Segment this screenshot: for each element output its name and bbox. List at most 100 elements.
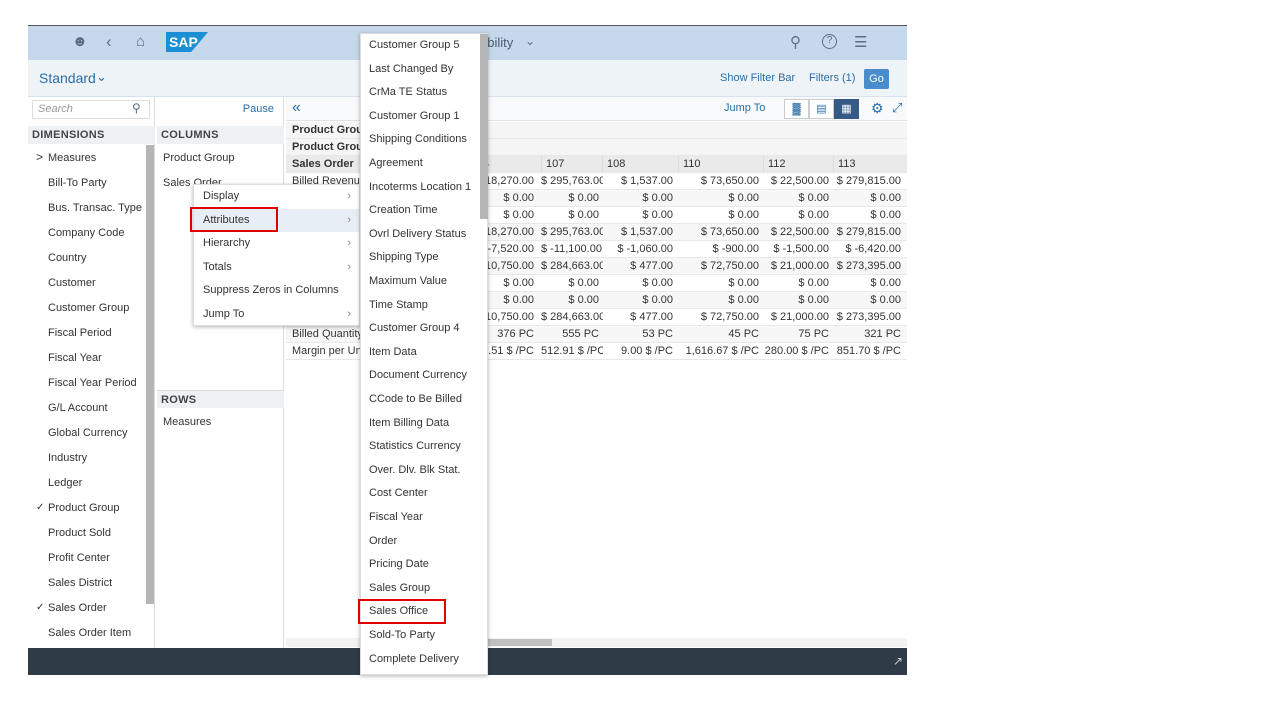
notifications-icon[interactable]: ☰ — [854, 33, 867, 51]
attribute-menu-item[interactable]: Complete Delivery — [369, 653, 459, 665]
jump-to-link[interactable]: Jump To — [724, 102, 765, 114]
share-icon[interactable]: ↗ — [893, 654, 903, 668]
dimension-item[interactable]: G/L Account — [48, 402, 108, 414]
dimension-item[interactable]: Global Currency — [48, 427, 127, 439]
dimension-item[interactable]: Country — [48, 252, 87, 264]
column-item[interactable]: Product Group — [163, 152, 235, 164]
filters-link[interactable]: Filters (1) — [809, 72, 855, 84]
dimension-item[interactable]: Customer — [48, 277, 96, 289]
attribute-menu-item[interactable]: Sales Group — [369, 582, 430, 594]
dimension-item[interactable]: Customer Group — [48, 302, 129, 314]
context-menu-item[interactable]: Totals › — [194, 256, 359, 279]
attribute-menu-item[interactable]: Maximum Value — [369, 275, 447, 287]
user-icon[interactable]: ☻ — [72, 33, 88, 50]
variant-selector[interactable]: Standard — [39, 70, 96, 86]
table-view-icon[interactable]: ▦ — [834, 99, 859, 119]
columns-header: COLUMNS — [157, 126, 284, 144]
chevron-down-icon[interactable]: ⌄ — [525, 34, 535, 48]
dimension-item[interactable]: Bill-To Party — [48, 177, 107, 189]
chevron-right-icon[interactable]: > — [36, 150, 43, 164]
table-cell: $ 0.00 — [870, 277, 901, 289]
column-header[interactable]: 113 — [833, 156, 905, 172]
dimension-item[interactable]: Profit Center — [48, 552, 110, 564]
show-filter-bar-link[interactable]: Show Filter Bar — [720, 72, 795, 84]
search-icon[interactable]: ⚲ — [790, 33, 801, 51]
attribute-menu-item[interactable]: Shipping Type — [369, 251, 439, 263]
table-cell: $ 21,000.00 — [770, 311, 829, 323]
home-icon[interactable]: ⌂ — [136, 33, 145, 50]
dimension-item[interactable]: Ledger — [48, 477, 82, 489]
attribute-menu-item[interactable]: CCode to Be Billed — [369, 393, 462, 405]
attribute-menu-item[interactable]: Item Billing Data — [369, 417, 449, 429]
attribute-menu-item[interactable]: Last Changed By — [369, 63, 453, 75]
attribute-menu-item[interactable]: Cost Center — [369, 487, 428, 499]
attribute-menu-item[interactable]: Document Currency — [369, 369, 467, 381]
dimension-item[interactable]: Sales Order Item — [48, 627, 131, 639]
attribute-menu-item[interactable]: Statistics Currency — [369, 440, 461, 452]
dimension-item[interactable]: Bus. Transac. Type — [48, 202, 142, 214]
attribute-menu-item[interactable]: Pricing Date — [369, 558, 429, 570]
table-cell: $ -900.00 — [712, 243, 759, 255]
attribute-menu-item[interactable]: Customer Group 5 — [369, 39, 459, 51]
table-cell: $ 0.00 — [798, 192, 829, 204]
search-icon[interactable]: ⚲ — [132, 101, 141, 115]
attribute-menu-item[interactable]: Creation Time — [369, 204, 437, 216]
context-menu-item[interactable]: Jump To › — [194, 303, 359, 326]
chart-view-icon[interactable]: ▓ — [784, 99, 809, 119]
attribute-menu-item[interactable]: Shipping Conditions — [369, 133, 467, 145]
back-icon[interactable]: ‹ — [106, 32, 112, 52]
context-menu-item[interactable]: Suppress Zeros in Columns — [194, 279, 359, 302]
dimension-item[interactable]: Product Sold — [48, 527, 111, 539]
dimension-item[interactable]: Company Code — [48, 227, 124, 239]
dimension-item[interactable]: Fiscal Year — [48, 352, 102, 364]
attribute-menu-item[interactable]: Sold-To Party — [369, 629, 435, 641]
settings-icon[interactable]: ⚙ — [871, 100, 884, 117]
dimension-item[interactable]: Fiscal Year Period — [48, 377, 137, 389]
column-header[interactable]: 107 — [541, 156, 603, 172]
help-icon[interactable]: ? — [822, 34, 837, 49]
pause-button[interactable]: Pause — [243, 103, 274, 115]
dimension-item[interactable]: ✓ Sales Order — [36, 602, 107, 614]
menu-item-label: Totals — [203, 260, 232, 273]
attribute-menu-item[interactable]: Item Data — [369, 346, 417, 358]
attribute-menu-item[interactable]: Customer Group 1 — [369, 110, 459, 122]
chart-table-view-icon[interactable]: ▤ — [809, 99, 834, 119]
column-header[interactable]: 112 — [763, 156, 833, 172]
dimension-item[interactable]: ✓ Product Group — [36, 502, 120, 514]
table-cell: $ 0.00 — [642, 277, 673, 289]
attribute-menu-item[interactable]: Ovrl Delivery Status — [369, 228, 466, 240]
attribute-menu-item[interactable]: Time Stamp — [369, 299, 428, 311]
table-cell: $ 1,537.00 — [621, 175, 673, 187]
row-item[interactable]: Measures — [163, 416, 211, 428]
menu-item-label: Jump To — [203, 308, 245, 320]
table-cell: $ 284,663.00 — [541, 311, 603, 323]
table-cell: $ 273,395.00 — [836, 260, 901, 272]
table-cell: 851.70 $ /PC — [836, 345, 901, 357]
scrollbar[interactable] — [146, 145, 154, 604]
dimension-item[interactable]: Fiscal Period — [48, 327, 112, 339]
table-cell: $ 295,763.00 — [541, 175, 603, 187]
context-menu-item[interactable]: Hierarchy › — [194, 232, 359, 255]
chevron-down-icon[interactable]: ⌄ — [96, 69, 107, 85]
attribute-menu-item[interactable]: CrMa TE Status — [369, 86, 447, 98]
attribute-menu-item[interactable]: Order — [369, 535, 397, 547]
dimension-item[interactable]: Industry — [48, 452, 87, 464]
table-cell: $ 22,500.00 — [770, 226, 829, 238]
go-button[interactable]: Go — [864, 69, 889, 89]
fullscreen-icon[interactable]: ⤢ — [892, 100, 902, 116]
column-header[interactable]: 108 — [602, 156, 677, 172]
dimension-item[interactable]: > Measures — [36, 150, 96, 164]
table-cell: $ 73,650.00 — [700, 175, 759, 187]
attribute-menu-item[interactable]: Incoterms Location 1 — [369, 181, 471, 193]
column-header[interactable]: 110 — [678, 156, 763, 172]
attribute-menu-item[interactable]: Customer Group 4 — [369, 322, 459, 334]
dimension-item[interactable]: Sales District — [48, 577, 112, 589]
attribute-menu-item[interactable]: Fiscal Year — [369, 511, 423, 523]
collapse-icon[interactable]: « — [292, 99, 301, 117]
highlight-box — [358, 599, 446, 624]
attribute-menu-item[interactable]: Over. Dlv. Blk Stat. — [369, 464, 461, 476]
scrollbar[interactable] — [480, 34, 488, 219]
dimension-label: Sales District — [48, 577, 113, 589]
context-menu-item[interactable]: Display › — [194, 185, 359, 208]
attribute-menu-item[interactable]: Agreement — [369, 157, 423, 169]
